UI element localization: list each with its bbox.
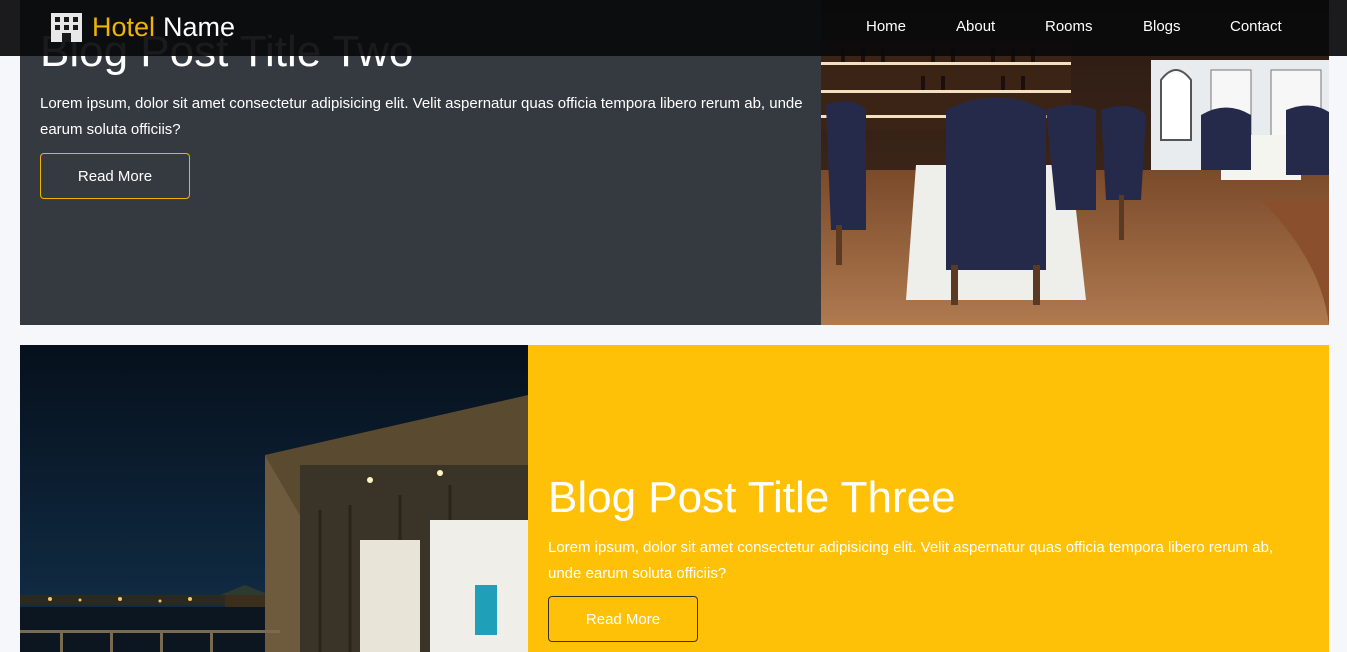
read-more-button[interactable]: Read More: [40, 153, 190, 199]
post-excerpt: Lorem ipsum, dolor sit amet consectetur …: [40, 95, 803, 138]
navbar: Hotel Name Home About Rooms Blogs Contac…: [0, 0, 1347, 56]
post-excerpt: Lorem ipsum, dolor sit amet consectetur …: [548, 539, 1274, 582]
hotel-building-icon: [51, 13, 82, 42]
nav-link-rooms[interactable]: Rooms: [1045, 18, 1093, 35]
hotel-night-exterior-photo: [20, 345, 528, 652]
nav-link-contact[interactable]: Contact: [1230, 18, 1282, 35]
post-title: Blog Post Title Three: [548, 473, 956, 522]
read-more-button[interactable]: Read More: [548, 596, 698, 642]
brand-logo[interactable]: Hotel Name: [50, 10, 235, 44]
nav-link-about[interactable]: About: [956, 18, 995, 35]
nav-link-home[interactable]: Home: [866, 18, 906, 35]
brand-name-white: Name: [163, 12, 236, 42]
brand-name-accent: Hotel: [92, 12, 156, 42]
nav-link-blogs[interactable]: Blogs: [1143, 18, 1181, 35]
blog-card-three: Blog Post Title Three Lorem ipsum, dolor…: [20, 345, 1329, 652]
